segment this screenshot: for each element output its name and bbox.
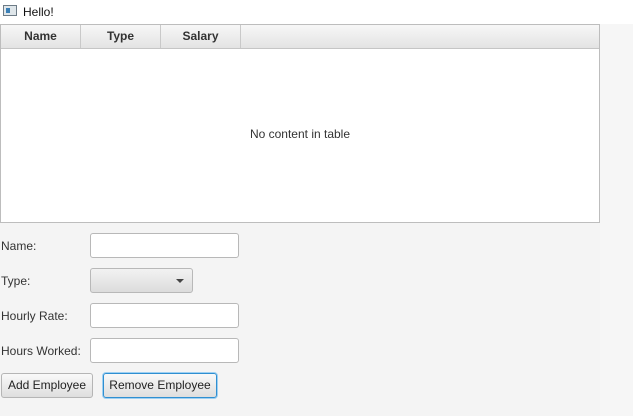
name-label: Name: <box>1 239 37 253</box>
add-employee-button[interactable]: Add Employee <box>1 373 93 398</box>
column-header-name[interactable]: Name <box>1 25 81 48</box>
column-header-salary[interactable]: Salary <box>161 25 241 48</box>
app-window-icon <box>3 5 17 16</box>
type-combo-box[interactable] <box>90 268 193 293</box>
window-background-strip <box>600 24 633 416</box>
name-field[interactable] <box>90 233 239 258</box>
column-header-type[interactable]: Type <box>81 25 161 48</box>
title-bar: Hello! <box>0 0 633 24</box>
hourly-rate-field[interactable] <box>90 303 239 328</box>
table-empty-placeholder: No content in table <box>249 127 351 141</box>
type-label: Type: <box>1 274 31 288</box>
hours-worked-label: Hours Worked: <box>1 344 81 358</box>
window-title: Hello! <box>23 5 54 19</box>
hourly-rate-label: Hourly Rate: <box>1 309 68 323</box>
employee-table[interactable]: Name Type Salary No content in table <box>0 24 600 223</box>
hours-worked-field[interactable] <box>90 338 239 363</box>
chevron-down-icon <box>176 279 184 283</box>
table-header: Name Type Salary <box>1 25 599 49</box>
remove-employee-button[interactable]: Remove Employee <box>103 373 217 398</box>
